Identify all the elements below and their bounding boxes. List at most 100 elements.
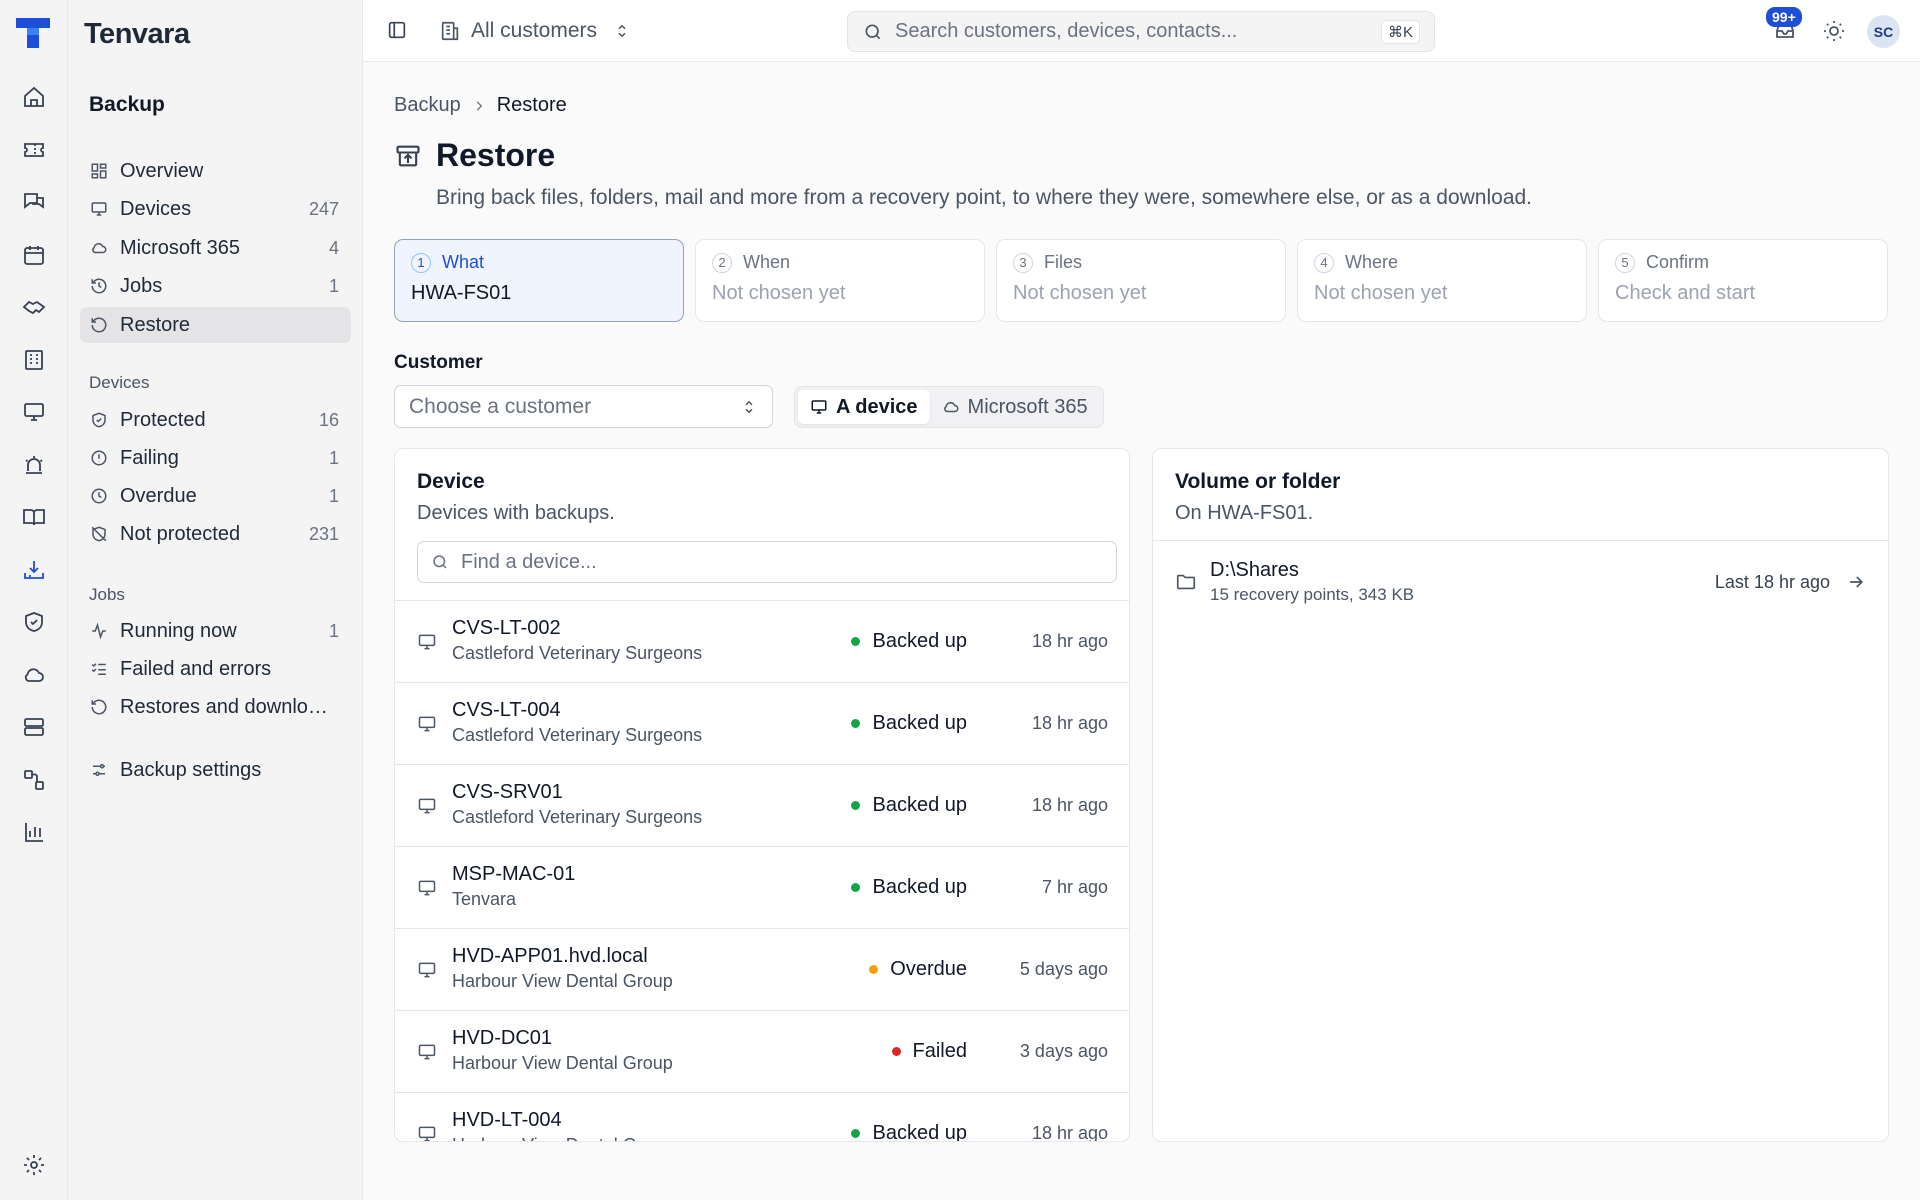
monitor-icon	[417, 1124, 437, 1141]
sidebar-item-protected[interactable]: Protected 16	[80, 402, 351, 438]
status-dot	[851, 883, 861, 892]
last-backup-time: 3 days ago	[1019, 1041, 1108, 1061]
breadcrumb-backup-link[interactable]: Backup	[394, 94, 461, 117]
step-value: HWA-FS01	[411, 282, 512, 304]
device-card: Device Devices with backups. CVS-LT-002C…	[394, 448, 1130, 1142]
settings-gear-icon[interactable]	[17, 1148, 51, 1182]
step-value: Not chosen yet	[712, 282, 846, 304]
global-search[interactable]: ⌘K	[847, 11, 1435, 52]
siren-icon[interactable]	[17, 448, 51, 482]
monitor-icon	[810, 398, 828, 416]
monitor-icon	[417, 632, 437, 652]
page-description: Bring back files, folders, mail and more…	[436, 186, 1533, 209]
sidebar-item-devices[interactable]: Devices 247	[80, 191, 351, 227]
sidebar-item-backup-settings[interactable]: Backup settings	[80, 752, 351, 788]
status-badge: Backed up	[851, 876, 967, 899]
volume-row[interactable]: D:\Shares 15 recovery points, 343 KB Las…	[1153, 540, 1888, 622]
volume-meta: 15 recovery points, 343 KB	[1210, 585, 1415, 604]
device-row[interactable]: HVD-APP01.hvd.local Harbour View Dental G…	[395, 928, 1129, 1010]
ticket-icon[interactable]	[17, 133, 51, 167]
sidebar-item-count: 1	[328, 275, 339, 296]
status-label: Backed up	[872, 876, 967, 898]
status-label: Failed	[912, 1040, 967, 1062]
source-microsoft-365-option[interactable]: Microsoft 365	[930, 390, 1100, 424]
restore-icon	[89, 697, 109, 717]
device-card-title: Device	[417, 470, 485, 493]
calendar-icon[interactable]	[17, 238, 51, 272]
theme-toggle-sun-icon[interactable]	[1822, 19, 1846, 43]
customer-scope-selector[interactable]: All customers	[439, 14, 631, 48]
sidebar-item-microsoft-365[interactable]: Microsoft 365 4	[80, 230, 351, 266]
building-icon[interactable]	[17, 343, 51, 377]
status-label: Overdue	[890, 958, 967, 980]
sidebar: Tenvara Backup Overview Devices 247 Micr…	[68, 0, 363, 1200]
last-backup-time: 18 hr ago	[1031, 795, 1108, 815]
server-icon[interactable]	[17, 710, 51, 744]
source-device-option[interactable]: A device	[798, 390, 930, 424]
status-badge: Backed up	[851, 1122, 967, 1142]
shield-check-icon[interactable]	[17, 605, 51, 639]
sidebar-item-count: 1	[328, 620, 339, 641]
sidebar-item-failed-and-errors[interactable]: Failed and errors	[80, 651, 351, 687]
tenvara-logo-icon[interactable]	[14, 16, 52, 50]
sidebar-item-count: 1	[328, 485, 339, 506]
sidebar-item-label: Running now	[120, 619, 237, 642]
workflow-icon[interactable]	[17, 763, 51, 797]
monitor-icon[interactable]	[17, 395, 51, 429]
last-backup-time: 18 hr ago	[1031, 1123, 1108, 1142]
group-label-devices: Devices	[89, 373, 150, 392]
device-row[interactable]: CVS-SRV01 Castleford Veterinary Surgeons B…	[395, 764, 1129, 846]
search-input[interactable]	[895, 20, 1381, 43]
status-label: Backed up	[872, 712, 967, 734]
sliders-icon	[89, 760, 109, 780]
customer-select[interactable]: Choose a customer	[394, 385, 773, 428]
book-icon[interactable]	[17, 500, 51, 534]
avatar[interactable]: SC	[1867, 15, 1900, 48]
step-label: What	[442, 252, 485, 272]
device-row[interactable]: CVS-LT-002 Castleford Veterinary Surgeons…	[395, 600, 1129, 682]
step-label: Confirm	[1646, 252, 1710, 272]
home-icon[interactable]	[17, 80, 51, 114]
backup-download-icon[interactable]	[17, 553, 51, 587]
sidebar-item-failing[interactable]: Failing 1	[80, 440, 351, 476]
step-when[interactable]: 2 When Not chosen yet	[695, 239, 985, 322]
device-search-input[interactable]	[461, 550, 1116, 574]
source-option-label: Microsoft 365	[967, 395, 1088, 418]
sidebar-item-running-now[interactable]: Running now 1	[80, 613, 351, 649]
sidebar-item-jobs[interactable]: Jobs 1	[80, 268, 351, 304]
status-label: Backed up	[872, 630, 967, 652]
sidebar-item-overview[interactable]: Overview	[80, 153, 351, 189]
step-what[interactable]: 1 What HWA-FS01	[394, 239, 684, 322]
device-customer: Harbour View Dental Group	[452, 1053, 673, 1073]
device-search[interactable]	[417, 541, 1117, 583]
bar-chart-icon[interactable]	[17, 815, 51, 849]
step-files[interactable]: 3 Files Not chosen yet	[996, 239, 1286, 322]
last-backup-time: 7 hr ago	[1041, 877, 1108, 897]
device-row[interactable]: CVS-LT-004 Castleford Veterinary Surgeons…	[395, 682, 1129, 764]
step-value: Not chosen yet	[1013, 282, 1147, 304]
status-badge: Overdue	[869, 958, 967, 981]
device-row[interactable]: HVD-DC01 Harbour View Dental Group Failed 3…	[395, 1010, 1129, 1092]
sidebar-item-not-protected[interactable]: Not protected 231	[80, 516, 351, 552]
chat-icon[interactable]	[17, 185, 51, 219]
sidebar-item-overdue[interactable]: Overdue 1	[80, 478, 351, 514]
device-row[interactable]: MSP-MAC-01 Tenvara Backed up 7 hr ago	[395, 846, 1129, 928]
cloud-icon[interactable]	[17, 658, 51, 692]
group-label-jobs: Jobs	[89, 585, 125, 604]
monitor-icon	[89, 199, 109, 219]
step-where[interactable]: 4 Where Not chosen yet	[1297, 239, 1587, 322]
sidebar-item-label: Jobs	[120, 274, 163, 297]
sidebar-item-restores-and-downloads[interactable]: Restores and downloads	[80, 689, 351, 725]
device-customer: Tenvara	[452, 889, 517, 909]
chevron-right-icon	[472, 99, 486, 113]
sidebar-item-count: 247	[308, 198, 339, 219]
step-confirm[interactable]: 5 Confirm Check and start	[1598, 239, 1888, 322]
sidebar-item-restore[interactable]: Restore	[80, 307, 351, 343]
sidebar-toggle-icon[interactable]	[386, 19, 408, 41]
device-row[interactable]: HVD-LT-004 Harbour View Dental Group Backe…	[395, 1092, 1129, 1142]
status-label: Backed up	[872, 1122, 967, 1142]
sidebar-item-label: Failing	[120, 446, 179, 469]
monitor-icon	[417, 1042, 437, 1062]
status-badge: Failed	[891, 1040, 967, 1063]
handshake-icon[interactable]	[17, 290, 51, 324]
